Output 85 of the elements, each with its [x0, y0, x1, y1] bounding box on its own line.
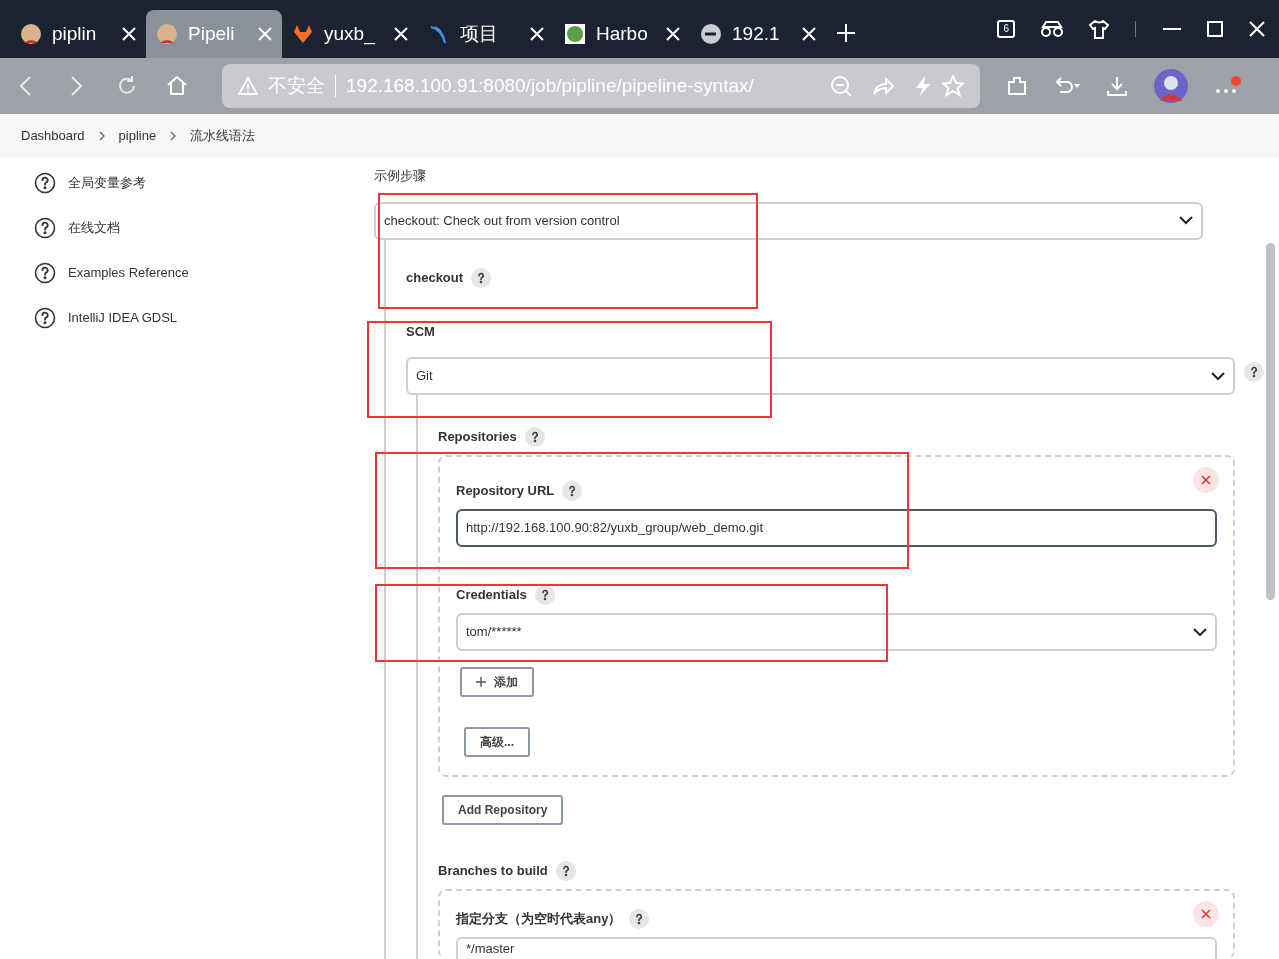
field-label: 指定分支（为空时代表any） [456, 910, 622, 929]
avatar-icon[interactable] [1154, 69, 1188, 103]
field-label: 示例步骤 [374, 167, 426, 185]
close-icon [1201, 909, 1211, 919]
extensions-icon[interactable] [1006, 75, 1028, 97]
field-label: Credentials [456, 586, 527, 605]
step-title: checkout [406, 268, 464, 287]
browser-tab[interactable]: Harbo [554, 10, 690, 58]
glasses-icon[interactable] [1041, 21, 1063, 37]
url-input[interactable]: http://192.168.100.90:82/yuxb_group/web_demo.git [456, 509, 1217, 547]
close-window-icon[interactable] [1249, 21, 1265, 37]
chevron-right-icon [98, 131, 105, 141]
help-icon[interactable] [1244, 362, 1264, 382]
tab-count-badge[interactable]: 6 [997, 20, 1015, 38]
help-circle-icon[interactable] [34, 216, 56, 239]
help-icon[interactable] [629, 909, 650, 929]
advanced-button[interactable]: 高级... [464, 727, 530, 757]
plus-icon [476, 677, 486, 687]
input-value: */master [466, 940, 515, 959]
breadcrumb-link[interactable]: Dashboard [21, 126, 85, 146]
select-value: tom/****** [466, 623, 522, 642]
tab-title: piplin [52, 21, 98, 46]
tab-title: Harbo [596, 21, 649, 46]
help-circle-icon[interactable] [34, 171, 56, 194]
browser-tab[interactable]: 项目 [418, 10, 554, 58]
tab-favicon-icon [156, 23, 178, 45]
field-label: SCM [406, 322, 435, 341]
close-icon[interactable] [122, 27, 136, 41]
close-icon[interactable] [530, 27, 544, 41]
sidebar-link[interactable]: 全局变量参考 [68, 172, 146, 193]
branch-input[interactable]: */master [456, 937, 1217, 959]
home-icon[interactable] [166, 75, 188, 97]
chevron-down-icon[interactable] [1179, 216, 1193, 225]
field-label: Branches to build [438, 862, 548, 881]
add-repository-button[interactable]: Add Repository [442, 795, 564, 825]
credentials-select[interactable]: tom/****** [456, 613, 1217, 651]
close-icon[interactable] [802, 27, 816, 41]
undo-icon[interactable] [1054, 76, 1080, 96]
help-circle-icon[interactable] [34, 261, 56, 284]
tab-favicon-icon [20, 23, 42, 45]
tab-favicon-icon [700, 23, 722, 45]
maximize-icon[interactable] [1207, 21, 1223, 37]
browser-tab[interactable]: 192.1 [690, 10, 826, 58]
new-tab-icon[interactable] [836, 23, 856, 43]
sidebar-link[interactable]: IntelliJ IDEA GDSL [68, 307, 178, 328]
tab-title: yuxb_ [324, 21, 376, 47]
breadcrumb-link[interactable]: pipline [118, 126, 157, 146]
sidebar-link[interactable]: 在线文档 [68, 217, 120, 238]
shirt-icon[interactable] [1089, 19, 1109, 39]
close-icon [1201, 475, 1211, 485]
scm-select[interactable]: Git [406, 357, 1235, 395]
breadcrumb-link[interactable]: 流水线语法 [190, 126, 256, 146]
warning-icon [238, 77, 258, 95]
field-label: Repository URL [456, 482, 555, 501]
tab-title: 项目 [460, 21, 499, 46]
sidebar-link[interactable]: Examples Reference [68, 262, 189, 283]
help-icon[interactable] [534, 585, 555, 605]
help-icon[interactable] [471, 267, 492, 288]
close-icon[interactable] [666, 27, 680, 41]
tab-favicon-icon [564, 23, 586, 45]
tab-title: 192.1 [732, 21, 781, 46]
chevron-down-icon[interactable] [1193, 627, 1207, 637]
help-icon[interactable] [555, 861, 576, 881]
download-icon[interactable] [1106, 75, 1128, 97]
help-circle-icon[interactable] [34, 306, 56, 329]
chevron-down-icon[interactable] [1211, 371, 1225, 381]
select-value: checkout: Check out from version control [384, 211, 620, 230]
scrollbar-thumb[interactable] [1266, 243, 1275, 600]
browser-tab[interactable]: piplin [10, 10, 146, 58]
tab-title: Pipeli [188, 21, 236, 46]
divider-icon [1135, 21, 1137, 37]
close-icon[interactable] [394, 27, 408, 41]
remove-button[interactable] [1193, 901, 1219, 927]
field-label: Repositories [438, 428, 517, 447]
step-select[interactable]: checkout: Check out from version control [374, 201, 1203, 240]
help-icon[interactable] [524, 427, 545, 447]
add-button[interactable]: 添加 [460, 667, 534, 697]
tab-favicon-icon [292, 23, 314, 45]
select-value: Git [416, 367, 433, 386]
browser-tab[interactable]: yuxb_ [282, 10, 418, 58]
help-icon[interactable] [562, 481, 583, 501]
chevron-right-icon [170, 131, 177, 141]
remove-button[interactable] [1193, 467, 1219, 493]
input-value: http://192.168.100.90:82/yuxb_group/web_demo.git [466, 519, 764, 538]
star-icon[interactable] [942, 75, 964, 97]
